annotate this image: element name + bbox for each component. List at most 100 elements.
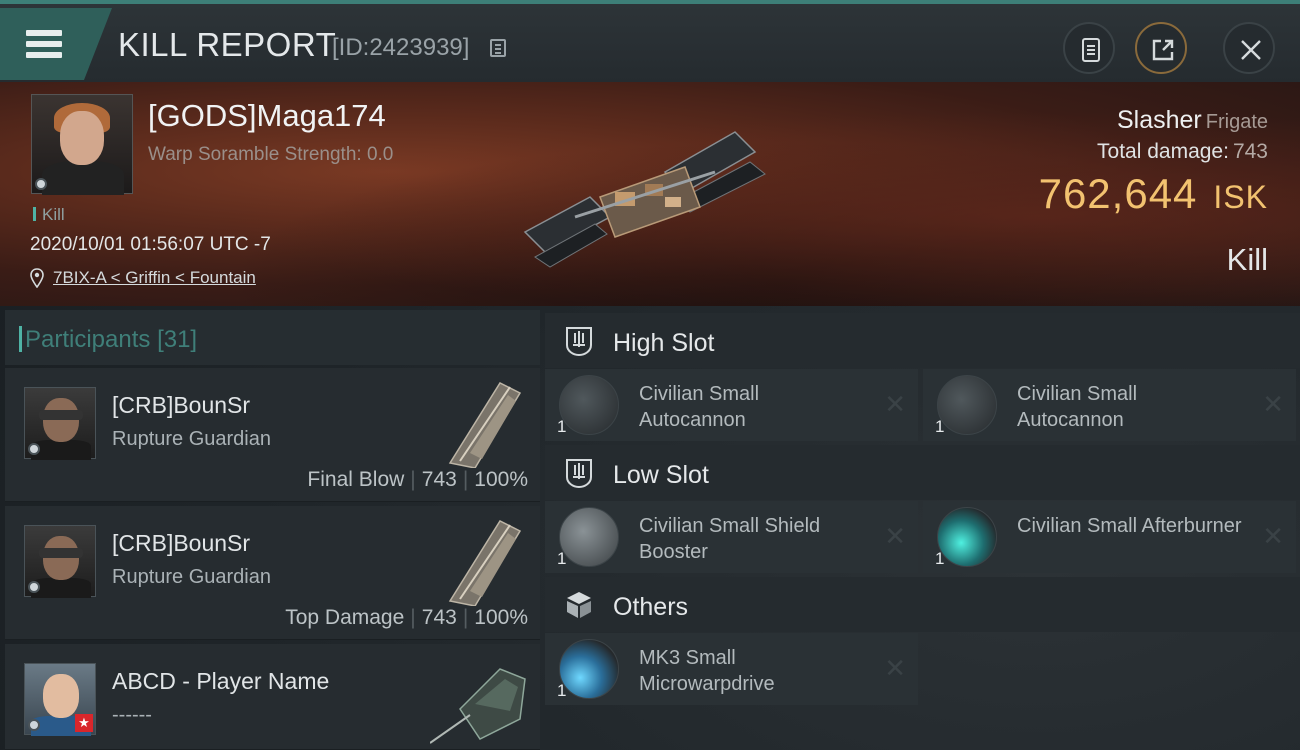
isk-value: 762,644 ISK: [1039, 170, 1268, 218]
module-name: Civilian Small Shield Booster: [639, 515, 821, 563]
low-slot-header: Low Slot: [545, 445, 1300, 500]
shield-icon: [559, 507, 619, 567]
ship-name: Slasher: [1116, 106, 1202, 134]
copy-icon[interactable]: [490, 39, 506, 57]
participant-ship: ------: [112, 704, 152, 726]
isk-unit: ISK: [1213, 179, 1268, 215]
high-slot-header: High Slot: [545, 313, 1300, 368]
participant-percent: 100%: [474, 606, 528, 629]
portrait-face: [60, 111, 104, 165]
participant-row[interactable]: ★ ABCD - Player Name ------: [5, 644, 540, 750]
total-damage-value: 743: [1232, 140, 1268, 163]
others-label: Others: [613, 593, 689, 621]
participants-header[interactable]: Participants [31]: [5, 310, 540, 365]
module-card[interactable]: 1 Civilian Small Autocannon ✕: [545, 369, 918, 441]
participants-label: Participants: [25, 326, 151, 353]
destroyed-x-icon: ✕: [1262, 389, 1284, 419]
victim-ship-image[interactable]: [515, 112, 785, 272]
participant-row[interactable]: [CRB]BounSr Rupture Guardian Final Blow |…: [5, 368, 540, 502]
participant-stats: Final Blow | 743 | 100%: [307, 468, 528, 491]
autocannon-icon: [559, 375, 619, 435]
corp-icon: [28, 719, 40, 731]
clipboard-button[interactable]: [1063, 22, 1115, 74]
module-quantity: 1: [935, 549, 945, 568]
participant-ship: Rupture Guardian: [112, 428, 271, 450]
module-name: Civilian Small Afterburner: [1017, 515, 1242, 537]
avatar-face: [43, 536, 79, 580]
high-slot-icon: [566, 327, 592, 357]
total-damage-label: Total damage:: [1097, 140, 1229, 163]
module-card[interactable]: 1 Civilian Small Autocannon ✕: [923, 369, 1296, 441]
participant-ship: Rupture Guardian: [112, 566, 271, 588]
participant-role: Final Blow: [307, 468, 405, 491]
kill-report-screen: KILL REPORT [ID:2423939] [GODS]Maga174 W…: [0, 0, 1300, 750]
victim-portrait[interactable]: [31, 94, 133, 195]
module-quantity: 1: [557, 681, 567, 700]
cube-icon: [567, 592, 591, 618]
avatar-goggles: [39, 410, 83, 420]
afterburner-icon: [937, 507, 997, 567]
participant-row[interactable]: [CRB]BounSr Rupture Guardian Top Damage |…: [5, 506, 540, 640]
participant-percent: 100%: [474, 468, 528, 491]
victim-name[interactable]: [GODS]Maga174: [148, 98, 386, 134]
participant-name: [CRB]BounSr: [112, 530, 251, 556]
victim-banner: [GODS]Maga174 Warp Soramble Strength: 0.…: [0, 82, 1300, 306]
avatar-body: [31, 578, 91, 598]
participants-count: [31]: [157, 326, 198, 353]
microwarpdrive-icon: [559, 639, 619, 699]
clipboard-icon: [1082, 38, 1100, 62]
participant-name: [CRB]BounSr: [112, 392, 251, 418]
corp-icon: [28, 443, 40, 455]
portrait-body: [42, 161, 124, 195]
victim-ship: Slasher Frigate: [1117, 106, 1268, 135]
participant-ship-image: [448, 382, 522, 468]
participant-avatar[interactable]: [24, 387, 96, 460]
star-icon: ★: [75, 714, 93, 732]
participants-panel: Participants [31] [CRB]BounSr Rupture Gu…: [5, 310, 540, 750]
destroyed-x-icon: ✕: [884, 521, 906, 551]
participant-damage: 743: [421, 468, 457, 491]
others-header: Others: [545, 577, 1300, 632]
module-name: Civilian Small Autocannon: [1017, 383, 1138, 431]
participant-ship-image: [430, 668, 526, 744]
participant-role: Top Damage: [285, 606, 405, 629]
participant-avatar[interactable]: [24, 525, 96, 598]
ship-class: Frigate: [1205, 111, 1268, 133]
participant-name: ABCD - Player Name: [112, 668, 330, 694]
low-slot-icon: [566, 459, 592, 489]
close-button[interactable]: [1223, 22, 1275, 74]
corp-icon: [28, 581, 40, 593]
menu-icon-bar: [26, 41, 62, 47]
avatar-body: [31, 440, 91, 460]
module-card[interactable]: 1 MK3 Small Microwarpdrive ✕: [545, 633, 918, 705]
warp-scramble-strength: Warp Soramble Strength: 0.0: [148, 144, 394, 165]
module-quantity: 1: [935, 417, 945, 436]
kill-location-link[interactable]: 7BIX-A < Griffin < Fountain: [53, 268, 256, 288]
page-title: KILL REPORT: [118, 26, 337, 63]
fitting-panel: High Slot 1 Civilian Small Autocannon ✕ …: [545, 310, 1300, 750]
participant-damage: 743: [421, 606, 457, 629]
avatar-face: [43, 398, 79, 442]
module-name: MK3 Small Microwarpdrive: [639, 647, 775, 695]
module-quantity: 1: [557, 417, 567, 436]
menu-button[interactable]: [0, 8, 112, 80]
share-button[interactable]: [1135, 22, 1187, 74]
module-quantity: 1: [557, 549, 567, 568]
share-icon: [1152, 39, 1174, 61]
kill-datetime: 2020/10/01 01:56:07 UTC -7: [30, 234, 271, 255]
module-card[interactable]: 1 Civilian Small Afterburner ✕: [923, 501, 1296, 573]
module-name: Civilian Small Autocannon: [639, 383, 760, 431]
corp-icon: [35, 178, 47, 190]
high-slot-label: High Slot: [613, 329, 715, 357]
autocannon-icon: [937, 375, 997, 435]
isk-amount: 762,644: [1038, 170, 1198, 217]
destroyed-x-icon: ✕: [884, 653, 906, 683]
participant-stats: Top Damage | 743 | 100%: [285, 606, 528, 629]
avatar-face: [43, 674, 79, 718]
report-id: [ID:2423939]: [332, 34, 470, 61]
module-card[interactable]: 1 Civilian Small Shield Booster ✕: [545, 501, 918, 573]
kill-type: Kill: [1226, 242, 1268, 277]
location-pin-icon: [30, 268, 44, 288]
destroyed-x-icon: ✕: [1262, 521, 1284, 551]
participant-avatar[interactable]: ★: [24, 663, 96, 736]
